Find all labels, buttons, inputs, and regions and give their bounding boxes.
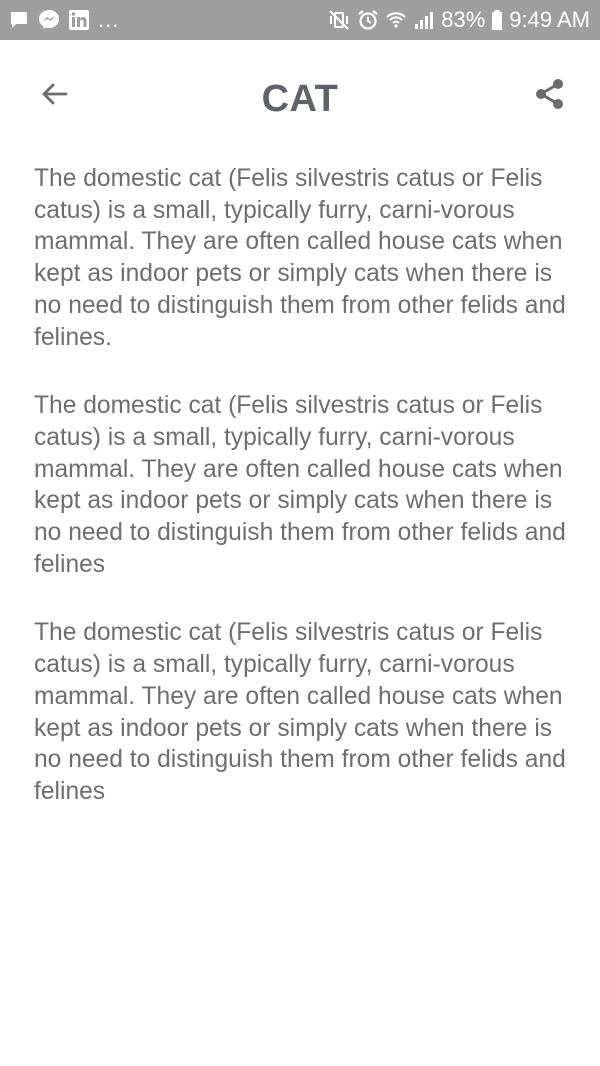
signal-icon — [413, 9, 435, 31]
battery-icon — [491, 9, 503, 31]
wifi-icon — [385, 9, 407, 31]
article-paragraph: The domestic cat (Felis silvestris catus… — [34, 165, 566, 351]
share-icon — [536, 79, 563, 109]
more-notifications: ... — [98, 7, 120, 32]
page-title: CAT — [261, 78, 339, 120]
article-paragraph: The domestic cat (Felis silvestris catus… — [34, 392, 566, 578]
battery-percent: 83% — [441, 7, 486, 32]
article-paragraph: The domestic cat (Felis silvestris catus… — [34, 619, 566, 805]
status-bar-system: 83% 9:49 AM — [327, 0, 590, 40]
app-bar: CAT — [0, 40, 600, 150]
alarm-icon — [357, 9, 379, 31]
mute-vibrate-icon — [327, 9, 351, 31]
clock: 9:49 AM — [509, 7, 590, 32]
status-bar-notifications: ... — [8, 0, 119, 40]
status-bar: ... 83% 9:49 AM — [0, 0, 600, 40]
chat-bubble-icon — [8, 9, 30, 31]
article-content: The domestic cat (Felis silvestris catus… — [34, 163, 574, 845]
share-button[interactable] — [526, 70, 574, 118]
linkedin-icon — [68, 9, 90, 31]
messenger-icon — [38, 9, 60, 31]
